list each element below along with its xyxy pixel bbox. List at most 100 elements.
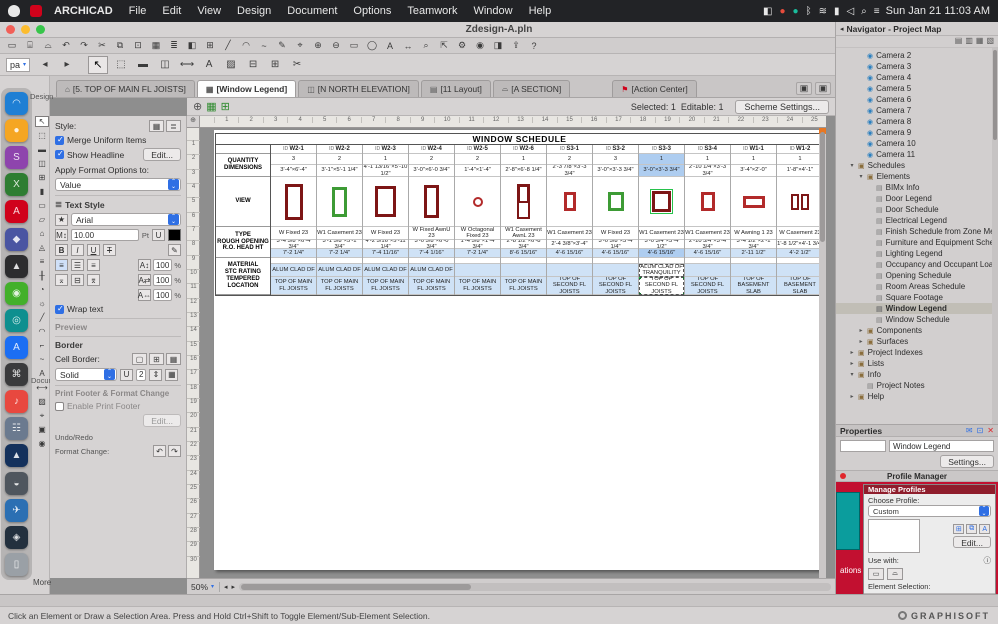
- head-height-cell[interactable]: 7'-4 1/16": [409, 249, 454, 258]
- view-cell[interactable]: [363, 177, 408, 227]
- ro-cell[interactable]: 1'-4 5/8"×1'-4 3/4": [455, 240, 500, 249]
- head-height-cell[interactable]: 4'-6 15/16": [685, 249, 730, 258]
- strikethrough-button[interactable]: T: [103, 244, 116, 256]
- schedule-column-w2-1[interactable]: ID W2-133'-4"×6'-4"W Fixed 233'-4 5/8"×6…: [271, 145, 317, 295]
- open-icon[interactable]: ⌸: [22, 39, 38, 52]
- qty-cell[interactable]: 3: [271, 154, 316, 165]
- nav-item-window-schedule[interactable]: ▤Window Schedule: [836, 314, 998, 325]
- beam-tool[interactable]: ▭: [35, 200, 49, 211]
- id-cell-w2-3[interactable]: ID W2-3: [363, 145, 408, 154]
- nav-item-bimx-info[interactable]: ▤BIMx Info: [836, 182, 998, 193]
- ruler-origin-button[interactable]: ⊕: [187, 116, 200, 128]
- ro-cell[interactable]: 3'-0 5/8"×3'-4 1/4": [593, 240, 638, 249]
- nav-item-project-indexes[interactable]: ▸▣Project Indexes: [836, 347, 998, 358]
- nav-item-camera-7[interactable]: ◉Camera 7: [836, 105, 998, 116]
- id-cell-w2-6[interactable]: ID W2-6: [501, 145, 546, 154]
- disclosure-icon[interactable]: ▸: [849, 393, 855, 400]
- publisher-icon[interactable]: ▧: [986, 36, 994, 47]
- head-height-cell[interactable]: 4'-6 15/16": [639, 249, 684, 258]
- location-cell[interactable]: TOP OF MAIN FL JOISTS: [501, 277, 546, 295]
- pen-color-icon[interactable]: U: [152, 229, 165, 241]
- schedule-column-s3-1[interactable]: ID S3-122'-3 7/8"×3'-3 3/4"W1 Casement 2…: [547, 145, 593, 295]
- dock-music-icon[interactable]: ♪: [5, 390, 28, 413]
- align-top-button[interactable]: ⌅: [55, 274, 68, 286]
- type-cell[interactable]: W Fixed AwnU 23: [409, 227, 454, 240]
- qty-cell[interactable]: 1: [639, 154, 684, 165]
- type-cell[interactable]: W1 Casement AwnL 23: [501, 227, 546, 240]
- dims-cell[interactable]: 3'-4"×6'-4": [271, 165, 316, 177]
- dock-launchpad-icon[interactable]: ●: [5, 119, 28, 142]
- ro-cell[interactable]: 2'-4 3/8"×3'-4": [547, 240, 592, 249]
- material-cell[interactable]: [731, 264, 776, 277]
- material-cell[interactable]: ALUM CLAD DF: [409, 264, 454, 277]
- schedule-column-s3-4[interactable]: ID S3-412'-10 1/4"×3'-3 3/4"W1 Casement …: [685, 145, 731, 295]
- head-height-cell[interactable]: 2'-11 1/2": [731, 249, 776, 258]
- location-cell[interactable]: TOP OF BASEMENT SLAB: [777, 277, 823, 295]
- camera-tool[interactable]: ◉: [35, 438, 49, 449]
- view-cell[interactable]: [317, 177, 362, 227]
- material-cell[interactable]: ALUM CLAD DF: [271, 264, 316, 277]
- properties-id-field[interactable]: [840, 440, 886, 452]
- ro-cell[interactable]: 2'-10 3/4"×3'-4 3/4": [685, 240, 730, 249]
- dims-cell[interactable]: 2'-10 1/4"×3'-3 3/4": [685, 165, 730, 177]
- type-cell[interactable]: W1 Casement 23: [317, 227, 362, 240]
- border-width-field[interactable]: 2: [136, 369, 146, 381]
- menu-item-file[interactable]: File: [121, 5, 155, 17]
- cut-icon[interactable]: ✂: [94, 39, 110, 52]
- table-green-icon[interactable]: ▦: [206, 100, 216, 113]
- schedule-column-s3-3[interactable]: ID S3-313'-0"×3'-3 3/4"W1 Casement 233'-…: [639, 145, 685, 295]
- nav-item-elements[interactable]: ▾▣Elements: [836, 171, 998, 182]
- nav-item-camera-5[interactable]: ◉Camera 5: [836, 83, 998, 94]
- id-cell-w2-4[interactable]: ID W2-4: [409, 145, 454, 154]
- id-cell-w1-1[interactable]: ID W1-1: [731, 145, 776, 154]
- nav-item-camera-8[interactable]: ◉Camera 8: [836, 116, 998, 127]
- location-cell[interactable]: TOP OF MAIN FL JOISTS: [317, 277, 362, 295]
- nav-item-surfaces[interactable]: ▸▣Surfaces: [836, 336, 998, 347]
- arrow-tool-icon[interactable]: ↖: [88, 56, 108, 74]
- type-cell[interactable]: W Octagonal Fixed 23: [455, 227, 500, 240]
- dims-cell[interactable]: 4'-1 13/16"×5'-10 1/2": [363, 165, 408, 177]
- origin-icon[interactable]: ⌖: [292, 39, 308, 52]
- dock-app3-icon[interactable]: S: [5, 146, 28, 169]
- type-cell[interactable]: W1 Casement 23: [685, 227, 730, 240]
- view-map-icon[interactable]: ▥: [965, 36, 973, 47]
- use-with-wall-icon[interactable]: ▭: [868, 568, 884, 580]
- material-cell[interactable]: [501, 264, 546, 277]
- profile-rename-icon[interactable]: A: [979, 524, 990, 534]
- nav-item-schedules[interactable]: ▾▣Schedules: [836, 160, 998, 171]
- location-cell[interactable]: TOP OF MAIN FL JOISTS: [409, 277, 454, 295]
- fill-tool[interactable]: ▨: [35, 396, 49, 407]
- qty-cell[interactable]: 1: [501, 154, 546, 165]
- view-cell[interactable]: [501, 177, 546, 227]
- pan-left-icon[interactable]: ◂: [224, 583, 228, 591]
- qty-cell[interactable]: 3: [593, 154, 638, 165]
- view-cell[interactable]: [685, 177, 730, 227]
- border-pen-icon[interactable]: U: [120, 369, 133, 381]
- toolbox-group-design[interactable]: Design: [30, 92, 53, 101]
- nav-item-camera-6[interactable]: ◉Camera 6: [836, 94, 998, 105]
- align-left-button[interactable]: ≡: [55, 259, 68, 271]
- schedule-column-s3-2[interactable]: ID S3-233'-0"×3'-3 3/4"W Fixed 233'-0 5/…: [593, 145, 639, 295]
- dock-app6-icon[interactable]: ◆: [5, 228, 28, 251]
- border-outline-icon[interactable]: ▢: [132, 353, 147, 365]
- tab-5-top-of-main-fl-joists[interactable]: ⌂[5. TOP OF MAIN FL JOISTS]: [56, 80, 195, 97]
- char-spacing-field[interactable]: 100: [153, 289, 172, 301]
- undo-icon[interactable]: ↶: [58, 39, 74, 52]
- tab-action-center[interactable]: ⚑[Action Center]: [612, 80, 696, 97]
- qty-cell[interactable]: 1: [731, 154, 776, 165]
- ro-cell[interactable]: 1'-8 1/2"×4'-1 3/4": [777, 240, 823, 249]
- help-icon[interactable]: ?: [526, 39, 542, 52]
- teal-material-swatch[interactable]: [836, 492, 860, 550]
- column-tool[interactable]: ▮: [35, 186, 49, 197]
- arrow-tool[interactable]: ↖: [35, 116, 49, 127]
- render-icon[interactable]: ◨: [490, 39, 506, 52]
- dock-finder-icon[interactable]: ◠: [5, 92, 28, 115]
- font-size-field[interactable]: 10.00: [71, 229, 139, 241]
- copy-icon[interactable]: ⧉: [112, 39, 128, 52]
- use-with-beam-icon[interactable]: ⌓: [887, 568, 903, 580]
- dock-app8-icon[interactable]: ◉: [5, 282, 28, 305]
- head-height-cell[interactable]: 8'-6 15/16": [501, 249, 546, 258]
- dims-cell[interactable]: 3'-0"×3'-3 3/4": [593, 165, 638, 177]
- door-tool[interactable]: ◫: [35, 158, 49, 169]
- view-cell[interactable]: [455, 177, 500, 227]
